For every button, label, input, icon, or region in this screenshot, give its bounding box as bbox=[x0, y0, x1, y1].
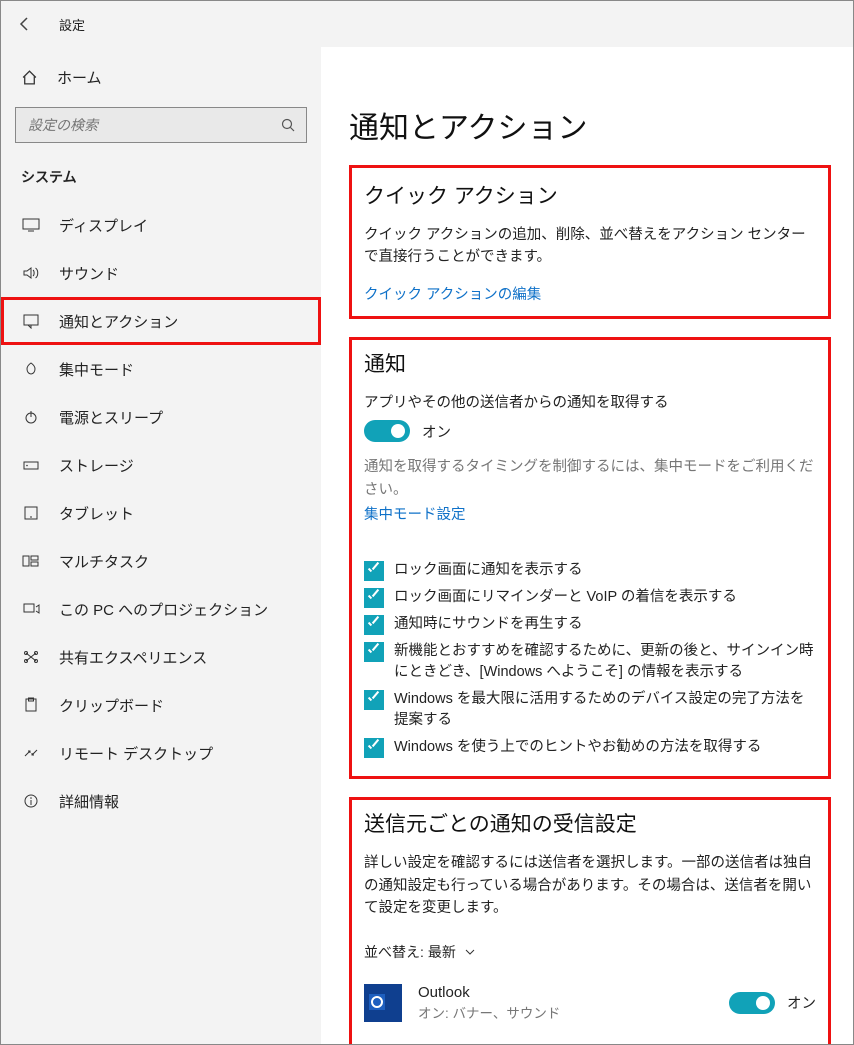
sender-heading: 送信元ごとの通知の受信設定 bbox=[364, 808, 816, 838]
sidebar-item-label: クリップボード bbox=[59, 695, 164, 716]
sidebar-item-remote-desktop[interactable]: リモート デスクトップ bbox=[1, 729, 321, 777]
power-icon bbox=[21, 409, 41, 425]
sidebar-item-power[interactable]: 電源とスリープ bbox=[1, 393, 321, 441]
clipboard-icon bbox=[21, 697, 41, 713]
sidebar-item-shared[interactable]: 共有エクスペリエンス bbox=[1, 633, 321, 681]
sound-icon bbox=[21, 265, 41, 281]
app-sub: オン: バナー、サウンド bbox=[418, 1002, 729, 1022]
back-button[interactable] bbox=[9, 8, 41, 40]
sidebar-item-label: マルチタスク bbox=[59, 551, 149, 572]
checkbox-suggest-setup[interactable]: Windows を最大限に活用するためのデバイス設定の完了方法を提案する bbox=[364, 689, 816, 731]
quick-actions-section: クイック アクション クイック アクションの追加、削除、並べ替えをアクション セ… bbox=[349, 165, 831, 319]
sidebar-item-tablet[interactable]: タブレット bbox=[1, 489, 321, 537]
multitask-icon bbox=[21, 553, 41, 569]
notifications-toggle-state: オン bbox=[422, 421, 451, 442]
app-toggle[interactable] bbox=[729, 992, 775, 1014]
sender-section: 送信元ごとの通知の受信設定 詳しい設定を確認するには送信者を選択します。一部の送… bbox=[349, 797, 831, 1044]
sender-description: 詳しい設定を確認するには送信者を選択します。一部の送信者は独自の通知設定も行って… bbox=[364, 852, 816, 919]
display-icon bbox=[21, 217, 41, 233]
checkbox-label: 新機能とおすすめを確認するために、更新の後と、サインイン時にときどき、[Wind… bbox=[394, 641, 816, 683]
checkbox-windows-tips[interactable]: Windows を使う上でのヒントやお勧めの方法を取得する bbox=[364, 737, 816, 758]
checkbox-icon bbox=[364, 690, 384, 710]
checkbox-icon bbox=[364, 642, 384, 662]
sidebar-home[interactable]: ホーム bbox=[1, 55, 321, 99]
notifications-toggle-row: オン bbox=[364, 420, 816, 442]
focus-icon bbox=[21, 361, 41, 377]
app-toggle-wrap: オン bbox=[729, 992, 816, 1014]
sidebar-home-label: ホーム bbox=[57, 67, 102, 88]
checkbox-icon bbox=[364, 615, 384, 635]
sidebar-item-focus[interactable]: 集中モード bbox=[1, 345, 321, 393]
search-icon bbox=[280, 117, 296, 133]
remote-desktop-icon bbox=[21, 745, 41, 761]
checkbox-label: Windows を使う上でのヒントやお勧めの方法を取得する bbox=[394, 737, 761, 758]
body: ホーム システム ディスプレイ サウンド 通知とアクション bbox=[1, 47, 853, 1044]
quick-actions-description: クイック アクションの追加、削除、並べ替えをアクション センターで直接行うことが… bbox=[364, 224, 816, 269]
sidebar-item-display[interactable]: ディスプレイ bbox=[1, 201, 321, 249]
sidebar-item-label: ストレージ bbox=[59, 455, 134, 476]
sidebar-item-label: 通知とアクション bbox=[59, 311, 178, 332]
sidebar-item-storage[interactable]: ストレージ bbox=[1, 441, 321, 489]
sidebar-item-multitask[interactable]: マルチタスク bbox=[1, 537, 321, 585]
notifications-toggle[interactable] bbox=[364, 420, 410, 442]
titlebar: 設定 bbox=[1, 1, 853, 47]
checkbox-play-sound[interactable]: 通知時にサウンドを再生する bbox=[364, 614, 816, 635]
chevron-down-icon bbox=[464, 946, 476, 958]
app-info: Outlook オン: バナー、サウンド bbox=[418, 984, 729, 1022]
sort-value: 最新 bbox=[428, 942, 456, 962]
storage-icon bbox=[21, 457, 41, 473]
checkbox-label: ロック画面にリマインダーと VoIP の着信を表示する bbox=[394, 587, 737, 608]
search-box[interactable] bbox=[15, 107, 307, 143]
sidebar: ホーム システム ディスプレイ サウンド 通知とアクション bbox=[1, 47, 321, 1044]
sort-dropdown[interactable]: 並べ替え: 最新 bbox=[364, 942, 816, 962]
sort-label: 並べ替え: bbox=[364, 942, 424, 962]
focus-settings-link[interactable]: 集中モード設定 bbox=[364, 503, 466, 524]
content: 通知とアクション クイック アクション クイック アクションの追加、削除、並べ替… bbox=[321, 47, 853, 1044]
sidebar-item-label: この PC へのプロジェクション bbox=[59, 599, 268, 620]
quick-actions-heading: クイック アクション bbox=[364, 180, 816, 210]
checkbox-icon bbox=[364, 588, 384, 608]
checkbox-label: ロック画面に通知を表示する bbox=[394, 560, 583, 581]
app-icon-outlook bbox=[364, 984, 402, 1022]
share-icon bbox=[21, 649, 41, 665]
checkbox-icon bbox=[364, 561, 384, 581]
home-icon bbox=[21, 69, 39, 86]
checkbox-lock-screen-voip[interactable]: ロック画面にリマインダーと VoIP の着信を表示する bbox=[364, 587, 816, 608]
app-row-outlook[interactable]: Outlook オン: バナー、サウンド オン bbox=[364, 976, 816, 1044]
notification-icon bbox=[21, 313, 41, 329]
sidebar-item-label: リモート デスクトップ bbox=[59, 743, 213, 764]
notifications-heading: 通知 bbox=[364, 348, 816, 378]
sidebar-item-clipboard[interactable]: クリップボード bbox=[1, 681, 321, 729]
sidebar-item-label: 詳細情報 bbox=[59, 791, 119, 812]
sidebar-item-label: 共有エクスペリエンス bbox=[59, 647, 207, 668]
sidebar-item-label: 電源とスリープ bbox=[59, 407, 163, 428]
focus-note: 通知を取得するタイミングを制御するには、集中モードをご利用ください。 bbox=[364, 456, 816, 501]
app-name: Outlook bbox=[418, 984, 729, 1001]
sidebar-section-title: システム bbox=[1, 161, 321, 201]
window-title: 設定 bbox=[59, 15, 85, 34]
sidebar-item-projection[interactable]: この PC へのプロジェクション bbox=[1, 585, 321, 633]
sidebar-item-notifications[interactable]: 通知とアクション bbox=[1, 297, 321, 345]
settings-window: 設定 ホーム システム ディスプレイ bbox=[0, 0, 854, 1045]
sidebar-item-label: 集中モード bbox=[59, 359, 134, 380]
projection-icon bbox=[21, 601, 41, 617]
search-input[interactable] bbox=[26, 116, 280, 134]
sidebar-item-label: サウンド bbox=[59, 263, 119, 284]
checkbox-lock-screen-notif[interactable]: ロック画面に通知を表示する bbox=[364, 560, 816, 581]
edit-quick-actions-link[interactable]: クイック アクションの編集 bbox=[364, 283, 541, 304]
checkbox-windows-welcome[interactable]: 新機能とおすすめを確認するために、更新の後と、サインイン時にときどき、[Wind… bbox=[364, 641, 816, 683]
notifications-subhead: アプリやその他の送信者からの通知を取得する bbox=[364, 392, 816, 414]
checkbox-label: 通知時にサウンドを再生する bbox=[394, 614, 583, 635]
notifications-section: 通知 アプリやその他の送信者からの通知を取得する オン 通知を取得するタイミング… bbox=[349, 337, 831, 780]
page-title: 通知とアクション bbox=[349, 103, 831, 147]
app-toggle-state: オン bbox=[787, 992, 816, 1013]
sidebar-item-label: タブレット bbox=[59, 503, 134, 524]
tablet-icon bbox=[21, 505, 41, 521]
sidebar-item-about[interactable]: 詳細情報 bbox=[1, 777, 321, 825]
info-icon bbox=[21, 793, 41, 809]
sidebar-item-label: ディスプレイ bbox=[59, 215, 148, 236]
checkbox-icon bbox=[364, 738, 384, 758]
checkbox-label: Windows を最大限に活用するためのデバイス設定の完了方法を提案する bbox=[394, 689, 816, 731]
sidebar-item-sound[interactable]: サウンド bbox=[1, 249, 321, 297]
